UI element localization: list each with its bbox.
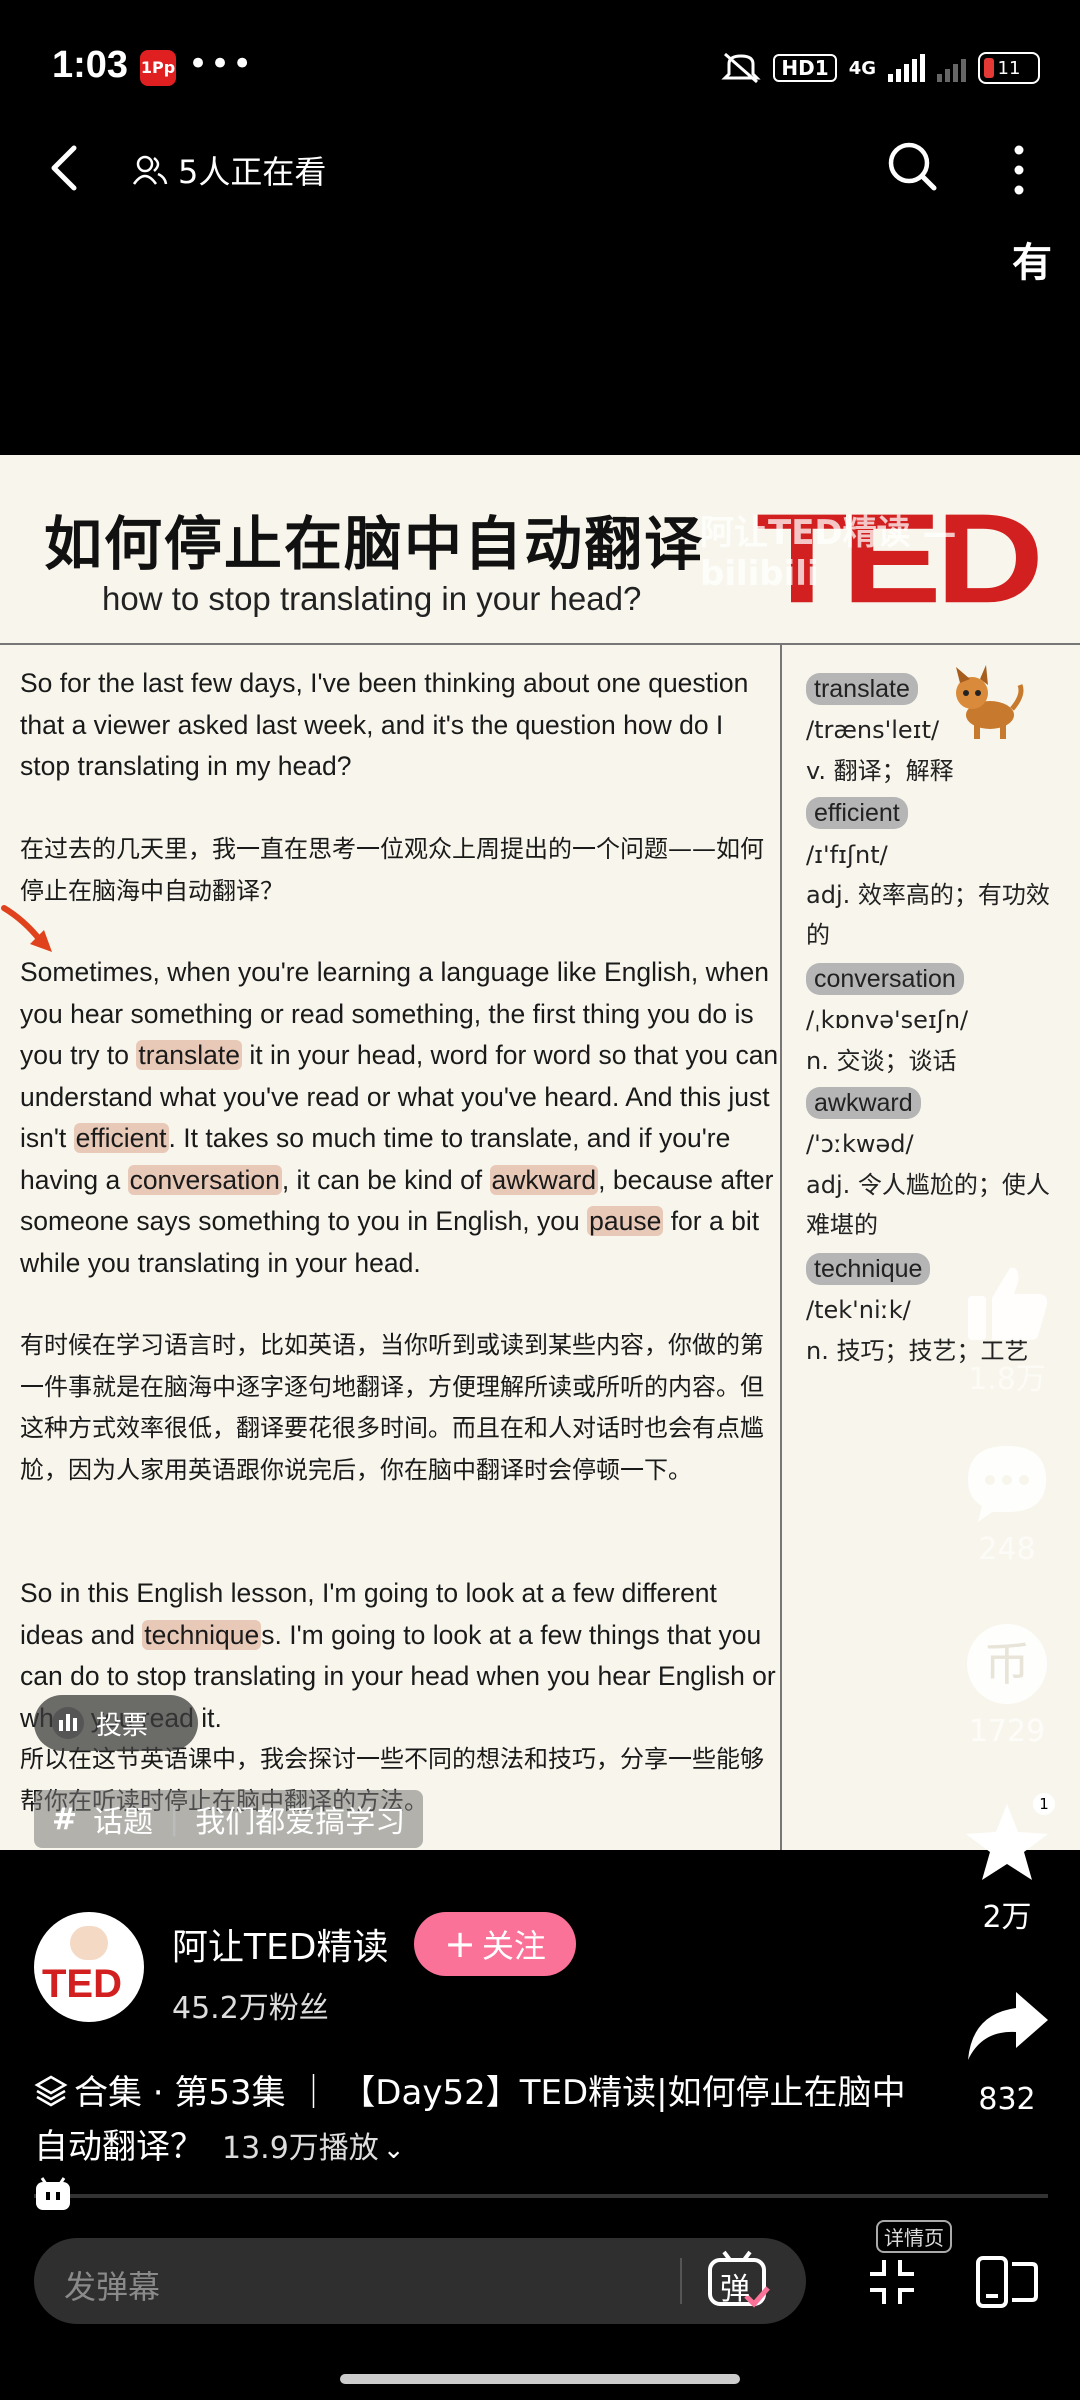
vocab-word: technique bbox=[806, 1253, 931, 1285]
avatar[interactable]: TED bbox=[34, 1912, 144, 2022]
paragraph-1: So for the last few days, I've been thin… bbox=[20, 668, 749, 781]
share-arrow-icon bbox=[968, 1992, 1048, 2060]
highlight-efficient: efficient bbox=[73, 1123, 169, 1153]
svg-text:币: 币 bbox=[984, 1637, 1030, 1691]
vocab-word: awkward bbox=[806, 1087, 921, 1119]
highlight-translate: translate bbox=[136, 1040, 242, 1070]
coin-icon: 币 bbox=[967, 1624, 1047, 1704]
danmaku-label: 弹 bbox=[720, 2272, 750, 2307]
plus-icon: + bbox=[444, 1922, 476, 1966]
signal2-icon bbox=[937, 54, 966, 82]
network-type: 4G bbox=[848, 57, 876, 79]
overlay-text: 有 bbox=[1012, 240, 1052, 286]
vocab-word: translate bbox=[806, 673, 918, 705]
vocab-word: efficient bbox=[806, 797, 908, 829]
clock: 1:03 bbox=[52, 44, 129, 86]
topic-separator: | bbox=[169, 1801, 180, 1837]
danmaku-placeholder: 发弹幕 bbox=[64, 2268, 161, 2306]
vocab-def: adj. 效率高的；有功效的 bbox=[806, 881, 1050, 949]
highlight-pause: pause bbox=[587, 1206, 664, 1236]
divider bbox=[0, 643, 1080, 645]
people-icon bbox=[132, 155, 168, 185]
back-arrow-icon[interactable] bbox=[44, 140, 84, 196]
signal-icon bbox=[888, 54, 925, 82]
screen-mode-icon[interactable] bbox=[976, 2254, 1038, 2310]
vocab-ipa: /ɪ'fɪʃnt/ bbox=[806, 841, 888, 869]
coin-count: 1729 bbox=[968, 1714, 1046, 1749]
paragraph-2-cn: 有时候在学习语言时，比如英语，当你听到或读到某些内容，你做的第一件事就是在脑海中… bbox=[20, 1331, 764, 1484]
collection-text: 合集 · 第53集 ｜ 【Day52】TED精读|如何停止在脑中自动翻译？ bbox=[34, 2073, 906, 2167]
red-arrow-icon bbox=[1, 905, 52, 952]
battery-level: 11 bbox=[997, 57, 1021, 79]
detail-page-label[interactable]: 详情页 bbox=[876, 2220, 952, 2253]
favorite-count: 2万 bbox=[982, 1900, 1032, 1935]
vocab-def: n. 交谈；谈话 bbox=[806, 1047, 957, 1075]
battery-icon: 11 bbox=[978, 52, 1040, 84]
topic-name: 我们都爱搞学习 bbox=[195, 1805, 406, 1840]
layers-icon bbox=[34, 2075, 68, 2107]
share-button[interactable]: 832 bbox=[952, 1986, 1062, 2117]
comment-button[interactable]: 248 bbox=[952, 1440, 1062, 1567]
video-player[interactable]: 如何停止在脑中自动翻译 how to stop translating in y… bbox=[0, 455, 1080, 1850]
vocab-ipa: /træns'leɪt/ bbox=[806, 716, 940, 744]
highlight-conversation: conversation bbox=[127, 1164, 282, 1195]
avatar-logo: TED bbox=[42, 1962, 122, 2006]
thumbs-up-icon bbox=[968, 1267, 1048, 1340]
vote-button[interactable]: 投票 bbox=[34, 1695, 198, 1751]
vote-label: 投票 bbox=[96, 1710, 149, 1741]
progress-thumb-icon[interactable] bbox=[32, 2176, 74, 2214]
play-count: 13.9万播放 bbox=[222, 2131, 379, 2166]
chevron-down-icon: ⌄ bbox=[382, 2135, 405, 2165]
favorite-button[interactable]: 2万 bbox=[952, 1800, 1062, 1936]
home-indicator[interactable] bbox=[340, 2374, 740, 2384]
status-bar: 1:03 1Pp ••• HD1 4G 11 bbox=[0, 0, 1080, 130]
hashtag-icon: # bbox=[52, 1801, 78, 1837]
vocab-ipa: /ˌkɒnvə'seɪʃn/ bbox=[806, 1006, 969, 1034]
coin-button[interactable]: 币 1729 bbox=[952, 1622, 1062, 1749]
topic-tag[interactable]: # 话题 | 我们都爱搞学习 bbox=[34, 1790, 424, 1848]
video-subtitle: how to stop translating in your head? bbox=[102, 580, 642, 617]
share-count: 832 bbox=[978, 2082, 1036, 2117]
search-icon[interactable] bbox=[884, 138, 940, 194]
comment-icon bbox=[968, 1446, 1046, 1522]
danmaku-divider bbox=[680, 2258, 682, 2304]
vocab-def: v. 翻译；解释 bbox=[806, 757, 954, 785]
vocab-word: conversation bbox=[806, 963, 964, 995]
fan-count: 45.2万粉丝 bbox=[172, 1991, 329, 2026]
collapse-icon[interactable] bbox=[866, 2256, 918, 2308]
mute-icon bbox=[721, 52, 762, 84]
more-notifications-icon: ••• bbox=[188, 44, 255, 84]
highlight-awkward: awkward bbox=[489, 1164, 599, 1195]
vocab-ipa: /'ɔːkwəd/ bbox=[806, 1130, 914, 1158]
bar-chart-icon bbox=[52, 1707, 84, 1739]
like-count: 1.8万 bbox=[968, 1362, 1046, 1397]
like-button[interactable]: 1.8万 bbox=[952, 1262, 1062, 1398]
collection-info[interactable]: 合集 · 第53集 ｜ 【Day52】TED精读|如何停止在脑中自动翻译？ 13.… bbox=[34, 2066, 934, 2177]
p2-text-d: , it can be kind of bbox=[281, 1164, 490, 1195]
watermark: 阿让TED精读 — bilibili bbox=[700, 513, 957, 594]
favorite-badge: 1 bbox=[1033, 1793, 1055, 1815]
paragraph-2: Sometimes, when you're learning a langua… bbox=[20, 952, 780, 1284]
progress-bar[interactable] bbox=[34, 2194, 1048, 2198]
danmaku-toggle-button[interactable]: 弹 bbox=[706, 2250, 770, 2312]
highlight-technique: technique bbox=[142, 1619, 262, 1650]
app-notification-icon: 1Pp bbox=[140, 50, 176, 86]
video-title: 如何停止在脑中自动翻译 bbox=[44, 510, 705, 578]
follow-button[interactable]: + 关注 bbox=[414, 1912, 576, 1976]
system-indicators: HD1 4G 11 bbox=[721, 50, 1040, 86]
comment-count: 248 bbox=[978, 1532, 1036, 1567]
watching-label: 5人正在看 bbox=[178, 153, 327, 191]
avatar-face bbox=[70, 1926, 108, 1960]
watching-count: 5人正在看 bbox=[132, 147, 326, 193]
paragraph-1-cn: 在过去的几天里，我一直在思考一位观众上周提出的一个问题——如何停止在脑海中自动翻… bbox=[20, 835, 764, 905]
more-vertical-icon[interactable] bbox=[1004, 142, 1034, 198]
author-name[interactable]: 阿让TED精读 bbox=[172, 1918, 388, 1970]
hd-voice-badge: HD1 bbox=[773, 54, 837, 82]
topic-label: 话题 bbox=[93, 1805, 154, 1840]
column-divider bbox=[780, 643, 782, 1850]
follow-label: 关注 bbox=[481, 1927, 546, 1965]
vocab-def: adj. 令人尴尬的；使人难堪的 bbox=[806, 1171, 1050, 1239]
danmaku-input[interactable]: 发弹幕 弹 bbox=[34, 2238, 806, 2324]
